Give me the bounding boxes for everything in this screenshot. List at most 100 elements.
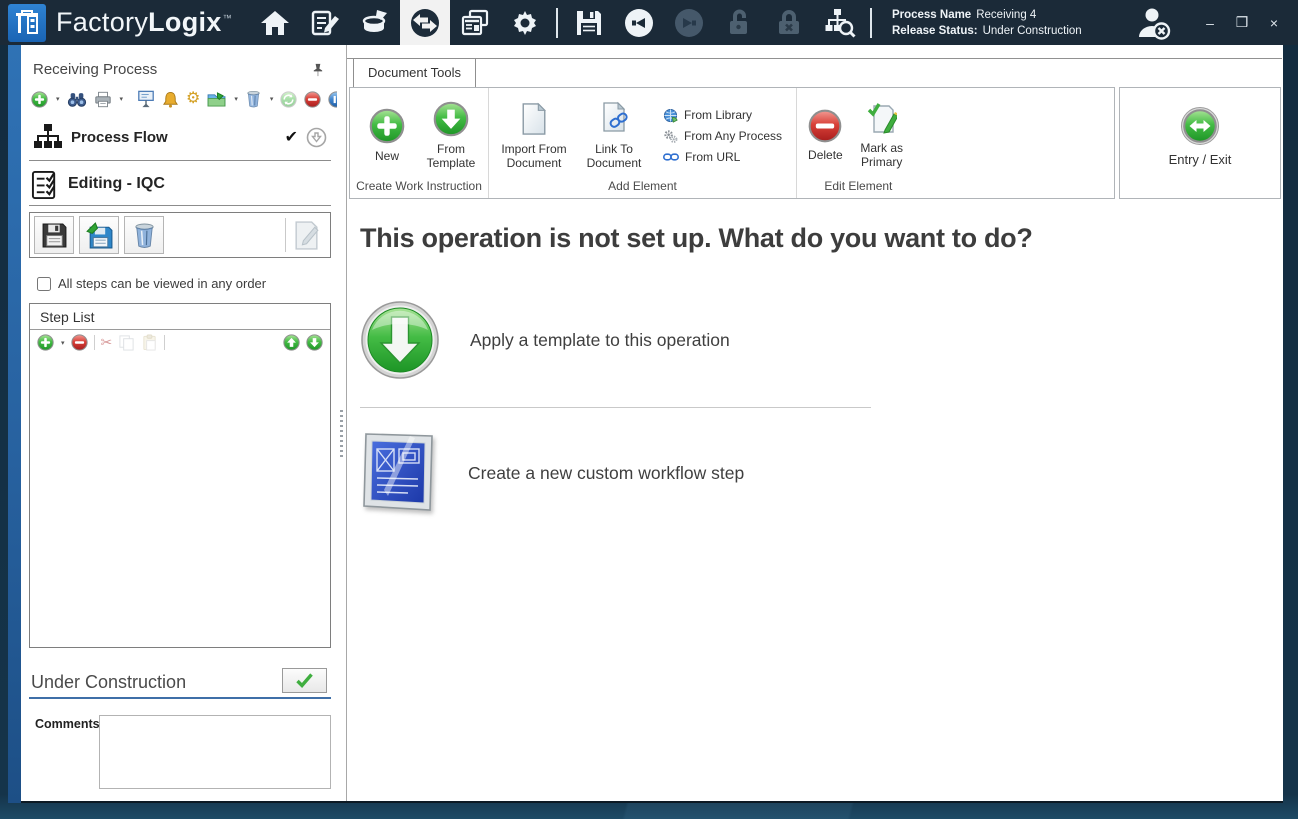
presentation-icon[interactable] [137,90,155,108]
splitter-grip[interactable] [340,410,343,460]
link-to-document-button[interactable]: Link To Document [575,99,653,173]
gear-gold-icon[interactable]: ⚙ [186,91,200,107]
pin-icon[interactable] [310,62,325,77]
divider [29,205,331,206]
bell-icon[interactable] [162,91,179,108]
import-step-button[interactable] [79,216,119,254]
trash-export-icon[interactable] [245,90,262,108]
folder-export-icon[interactable] [207,92,226,107]
unlock-icon[interactable] [714,0,764,45]
group-label-add: Add Element [489,177,796,198]
release-status-value: Under Construction [983,25,1082,37]
step-list-title: Step List [30,304,330,330]
process-flow-icon [33,122,63,152]
paste-icon[interactable] [141,334,158,351]
process-search-icon[interactable] [814,0,864,45]
divider [29,160,331,161]
maximize-button[interactable]: ❒ [1228,10,1256,36]
user-logout-icon[interactable] [1134,5,1174,41]
create-custom-step-option[interactable]: Create a new custom workflow step [360,430,1283,516]
tab-document-tools[interactable]: Document Tools [353,58,476,87]
toolbar-separator [870,8,872,38]
back-icon[interactable] [614,0,664,45]
any-order-checkbox[interactable] [37,277,51,291]
move-up-icon[interactable] [283,334,300,351]
blueprint-icon[interactable] [360,430,438,516]
process-info: Process NameReceiving 4 Release Status:U… [892,7,1082,39]
any-order-label[interactable]: All steps can be viewed in any order [58,276,266,291]
process-name-value: Receiving 4 [976,9,1036,21]
release-status-heading: Under Construction [31,672,186,693]
trash-dropdown-caret-icon[interactable]: ▾ [270,95,274,103]
home-icon[interactable] [250,0,300,45]
remove-step-icon[interactable] [71,334,88,351]
ribbon-group-create: New From Template Create Work Instructio… [350,88,489,198]
window-frame-accent [8,45,21,803]
apply-template-option[interactable]: Apply a template to this operation [360,300,1283,380]
minimize-button[interactable]: – [1196,10,1224,36]
process-toolbar: ▾ ▾ ⚙ ▾ ▾ [29,88,331,110]
entry-exit-panel: Entry / Exit [1119,87,1281,199]
from-template-button[interactable]: From Template [420,99,482,173]
collapse-circle-icon[interactable] [306,127,327,148]
folder-dropdown-caret-icon[interactable]: ▾ [234,95,238,103]
mark-as-primary-button[interactable]: Mark as Primary [850,100,914,172]
stop-circle-icon[interactable] [304,91,321,108]
binoculars-search-icon[interactable] [67,92,87,107]
from-url-button[interactable]: From URL [663,150,782,164]
new-button[interactable]: New [356,106,418,165]
comments-label: Comments: [35,715,99,731]
forward-icon[interactable] [664,0,714,45]
add-step-caret-icon[interactable]: ▾ [61,339,65,347]
panel-splitter[interactable] [337,45,346,801]
save-icon[interactable] [564,0,614,45]
editing-label: Editing - IQC [68,175,165,193]
settings-gear-icon[interactable] [500,0,550,45]
go-circle-icon[interactable] [280,91,297,108]
step-list-empty-area[interactable] [30,355,330,647]
trademark: ™ [223,13,232,23]
save-step-button[interactable] [34,216,74,254]
divider [94,335,95,350]
options-divider [360,407,871,408]
ribbon-group-edit: Delete Mark as Primary Edit Element [797,88,920,198]
checklist-icon [31,169,60,200]
from-library-button[interactable]: From Library [663,108,782,123]
inventory-icon[interactable] [350,0,400,45]
main-panel: Document Tools New From Template [346,45,1283,801]
entry-exit-button[interactable]: Entry / Exit [1164,104,1237,170]
ribbon: New From Template Create Work Instructio… [349,87,1115,199]
delete-element-button[interactable]: Delete [803,107,848,164]
editing-row: Editing - IQC [29,165,331,203]
lock-restrict-icon[interactable] [764,0,814,45]
step-list-panel: Step List ▾ ✂ [29,303,331,648]
close-button[interactable]: × [1260,10,1288,36]
copy-icon[interactable] [118,334,135,351]
approve-status-button[interactable] [282,668,327,693]
add-circle-icon[interactable] [31,91,48,108]
cut-icon[interactable]: ✂ [101,334,113,351]
app-logo-icon [8,4,46,42]
check-icon: ✔ [285,127,298,147]
titlebar: FactoryLogix™ [0,0,1298,45]
step-list-toolbar: ▾ ✂ [30,330,330,355]
print-dropdown-caret-icon[interactable]: ▾ [120,95,124,103]
from-any-process-button[interactable]: From Any Process [663,129,782,144]
add-dropdown-caret-icon[interactable]: ▾ [56,95,60,103]
print-icon[interactable] [94,91,112,108]
delete-step-button[interactable] [124,216,164,254]
workspace: Receiving Process ▾ ▾ ⚙ ▾ ▾ Process Flow… [21,45,1283,803]
create-custom-step-label[interactable]: Create a new custom workflow step [468,463,744,484]
apply-template-icon[interactable] [360,300,440,380]
move-down-icon[interactable] [306,334,323,351]
import-from-document-button[interactable]: Import From Document [495,99,573,173]
comments-input[interactable] [99,715,331,789]
work-instructions-icon[interactable] [300,0,350,45]
group-label-create: Create Work Instruction [350,177,488,198]
documents-icon[interactable] [450,0,500,45]
process-definition-icon[interactable] [400,0,450,45]
add-step-icon[interactable] [37,334,54,351]
apply-template-label[interactable]: Apply a template to this operation [470,330,730,351]
release-status-label: Release Status: [892,25,978,37]
process-flow-row[interactable]: Process Flow ✔ [29,120,331,154]
